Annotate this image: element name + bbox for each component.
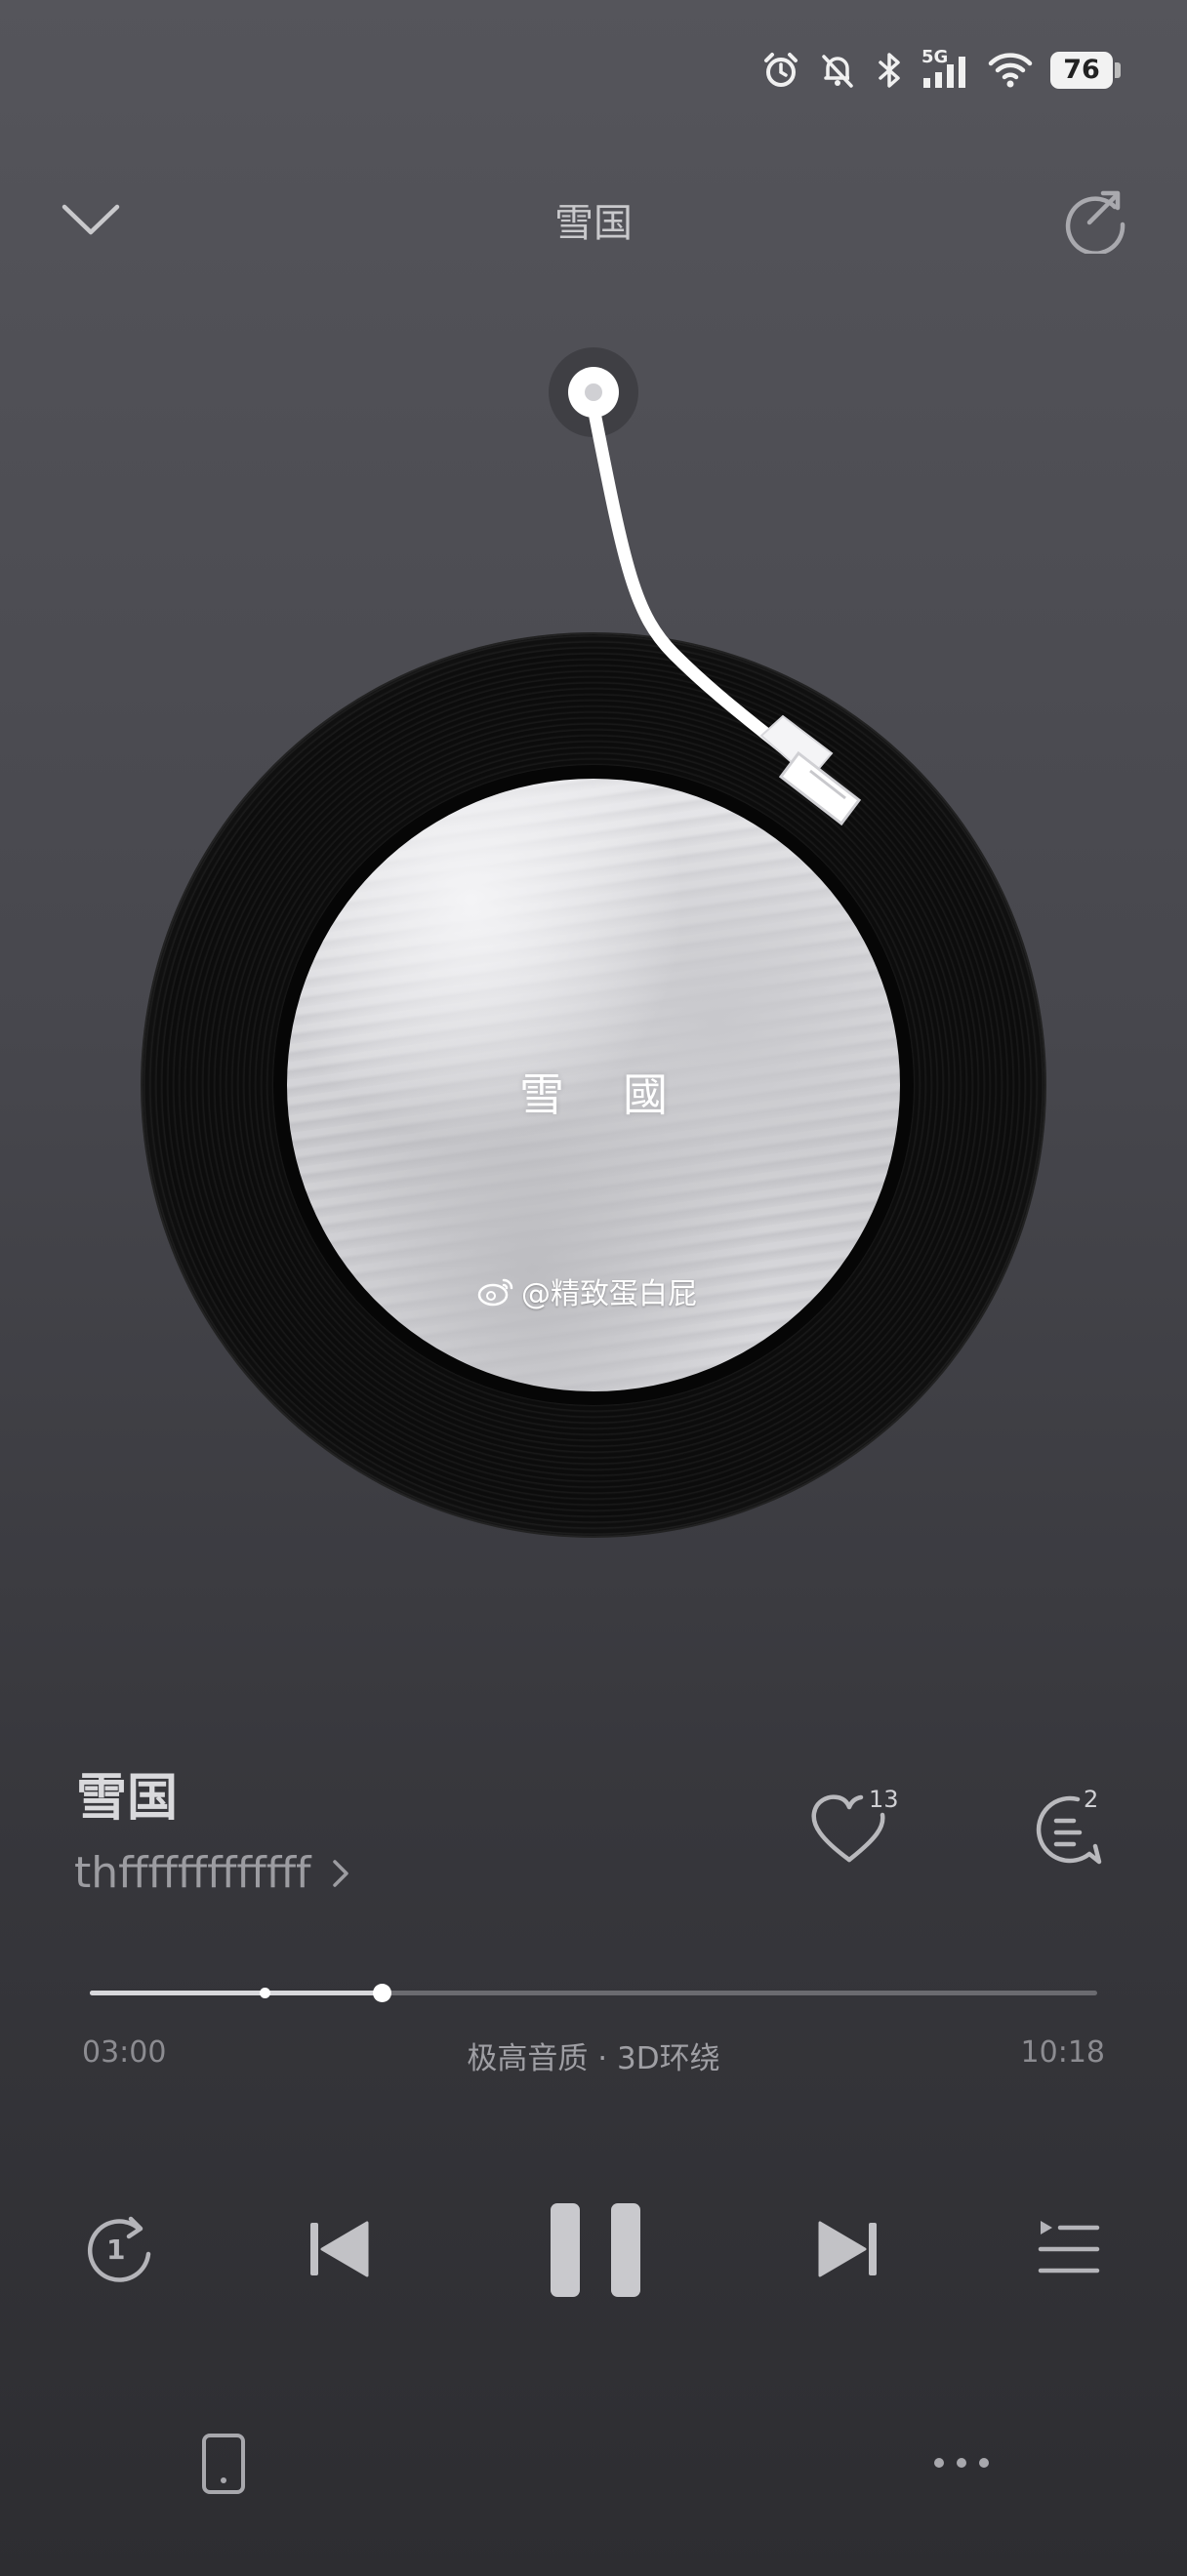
artist-link[interactable]: thfffffffffffff [74, 1848, 352, 1898]
alarm-icon [764, 53, 798, 87]
next-track-icon[interactable] [814, 2215, 882, 2283]
bluetooth-icon [879, 53, 900, 88]
current-time: 03:00 [82, 2035, 167, 2070]
status-bar: 5G 76 [0, 0, 1187, 146]
song-title: 雪国 [76, 1769, 179, 1828]
progress-knob[interactable] [373, 1984, 392, 2002]
comment-count: 2 [1084, 1786, 1099, 1813]
audio-quality-button[interactable]: 极高音质 · 3D环绕 [349, 2033, 838, 2077]
battery-level: 76 [1050, 52, 1113, 89]
artist-name: thfffffffffffff [74, 1848, 311, 1898]
more-icon[interactable] [931, 2449, 992, 2476]
buffer-marker [259, 1988, 270, 1998]
repeat-one-label: 1 [106, 2234, 126, 2266]
share-icon[interactable] [1060, 183, 1130, 254]
signal-icon [923, 57, 965, 88]
chevron-right-icon [332, 1859, 348, 1887]
battery-icon: 76 [1050, 52, 1121, 89]
mute-icon [822, 55, 853, 88]
watermark-text: @精致蛋白屁 [521, 1277, 697, 1311]
device-icon[interactable] [199, 2432, 248, 2496]
chevron-down-icon[interactable] [57, 185, 125, 254]
wifi-icon [988, 53, 1033, 88]
album-cover-title: 雪國 [519, 1068, 726, 1121]
pause-icon[interactable] [547, 2199, 644, 2301]
playlist-icon[interactable] [1037, 2215, 1101, 2283]
watermark: @精致蛋白屁 [476, 1268, 730, 1313]
weibo-icon [477, 1278, 513, 1307]
like-count: 13 [869, 1786, 899, 1813]
cellular-signal: 5G [921, 47, 970, 90]
total-time: 10:18 [1020, 2035, 1105, 2070]
page-title: 雪国 [554, 201, 633, 246]
progress-bar[interactable] [90, 1984, 1097, 2002]
tonearm [549, 347, 862, 826]
progress-fill [90, 1991, 383, 1995]
previous-track-icon[interactable] [305, 2215, 373, 2283]
repeat-one-button[interactable]: 1 [80, 2211, 158, 2289]
